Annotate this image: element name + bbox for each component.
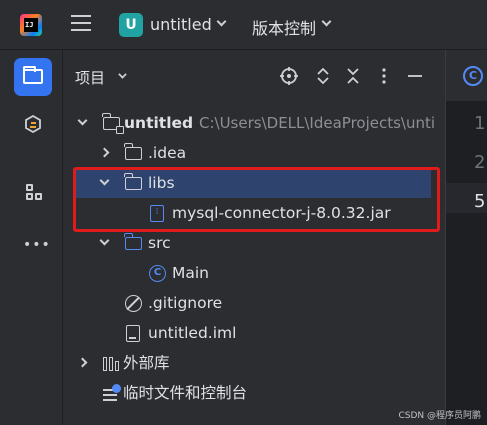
tree-row-idea[interactable]: .idea	[63, 138, 445, 168]
tree-label-src: src	[148, 234, 171, 252]
chevron-down-icon[interactable]	[118, 70, 127, 79]
project-panel-header: 项目	[63, 50, 445, 102]
chevron-down-icon[interactable]	[99, 235, 110, 246]
line-number: 1	[474, 113, 486, 134]
tree-row-main[interactable]: C Main	[63, 258, 445, 288]
chevron-down-icon[interactable]	[216, 16, 227, 27]
project-widget-name[interactable]: untitled	[150, 15, 212, 34]
tree-label-scratches: 临时文件和控制台	[123, 384, 248, 402]
main-menu-icon[interactable]	[71, 15, 91, 33]
tree-label-gitignore: .gitignore	[148, 294, 223, 312]
tree-label-root: untitled	[124, 114, 194, 132]
tree-label-external-libs: 外部库	[123, 354, 170, 372]
tree-row-src[interactable]: src	[63, 228, 445, 258]
editor-tab[interactable]: C	[446, 50, 487, 102]
language-icon	[25, 115, 41, 133]
folder-icon	[124, 143, 142, 160]
ignore-file-icon	[125, 295, 142, 312]
editor-area: C 1 2 5	[445, 50, 487, 425]
scratches-icon	[103, 384, 121, 402]
module-file-icon	[126, 325, 140, 342]
tree-label-iml: untitled.iml	[148, 324, 237, 342]
line-number: 2	[474, 152, 486, 173]
intellij-logo-icon[interactable]: IJ	[20, 14, 42, 36]
title-bar: IJ U untitled 版本控制	[0, 0, 487, 50]
structure-icon	[26, 184, 42, 200]
module-folder-icon	[102, 113, 124, 134]
folder-icon	[23, 66, 43, 84]
project-panel: 项目 untitled C:\Users\DELL\IdeaProjects\u…	[63, 50, 445, 425]
library-icon	[103, 356, 120, 371]
source-folder-icon	[124, 233, 142, 250]
language-services-button[interactable]	[14, 105, 52, 143]
more-tools-button[interactable]: •••	[14, 220, 52, 258]
line-number: 5	[474, 191, 486, 212]
chevron-down-icon[interactable]	[321, 16, 332, 27]
tree-row-gitignore[interactable]: .gitignore	[63, 288, 445, 318]
tree-row-root[interactable]: untitled C:\Users\DELL\IdeaProjects\unti	[63, 108, 445, 138]
tree-row-external-libs[interactable]: 外部库	[63, 348, 445, 378]
chevron-down-icon[interactable]	[77, 115, 88, 126]
collapse-all-icon[interactable]	[343, 66, 363, 86]
tree-row-iml[interactable]: untitled.iml	[63, 318, 445, 348]
tree-label-main: Main	[172, 264, 210, 282]
chevron-right-icon[interactable]	[99, 147, 110, 158]
options-icon[interactable]	[374, 66, 394, 86]
project-tool-button[interactable]	[14, 58, 52, 96]
more-icon: •••	[23, 237, 51, 253]
tree-root-path: C:\Users\DELL\IdeaProjects\unti	[199, 114, 436, 132]
structure-tool-button[interactable]	[14, 173, 52, 211]
chevron-right-icon[interactable]	[77, 357, 88, 368]
locate-icon[interactable]	[279, 66, 299, 86]
tree-row-scratches[interactable]: 临时文件和控制台	[63, 378, 445, 408]
java-class-icon: C	[463, 66, 483, 86]
tree-label-idea: .idea	[148, 144, 187, 162]
highlight-annotation	[73, 167, 440, 232]
project-badge[interactable]: U	[119, 13, 143, 37]
panel-title[interactable]: 项目	[75, 67, 105, 88]
expand-all-icon[interactable]	[313, 66, 333, 86]
java-class-icon: C	[149, 265, 166, 282]
hide-icon[interactable]	[405, 66, 425, 86]
watermark: CSDN @程序员阿鹏	[398, 411, 481, 421]
vcs-widget-label[interactable]: 版本控制	[252, 15, 316, 39]
tool-window-strip: •••	[0, 50, 63, 425]
